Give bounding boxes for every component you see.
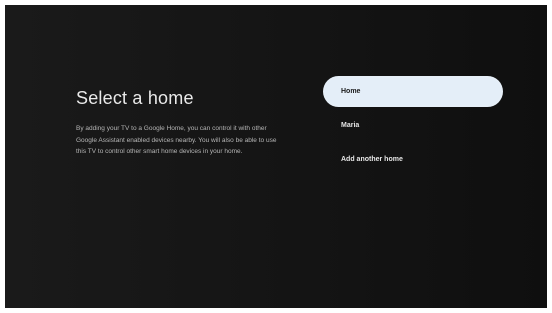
- page-description: By adding your TV to a Google Home, you …: [76, 125, 277, 155]
- home-options-list: Home Maria Add another home: [323, 76, 503, 178]
- home-option-label: Maria: [341, 122, 360, 129]
- add-another-home-option[interactable]: Add another home: [323, 144, 503, 175]
- home-option-label: Add another home: [341, 156, 403, 163]
- home-option-home[interactable]: Home: [323, 76, 503, 107]
- tv-setup-screen: Select a home By adding your TV to a Goo…: [5, 5, 547, 308]
- home-option-label: Home: [341, 88, 361, 95]
- page-title: Select a home: [76, 88, 194, 108]
- home-option-maria[interactable]: Maria: [323, 110, 503, 141]
- left-panel: Select a home By adding your TV to a Goo…: [76, 87, 291, 158]
